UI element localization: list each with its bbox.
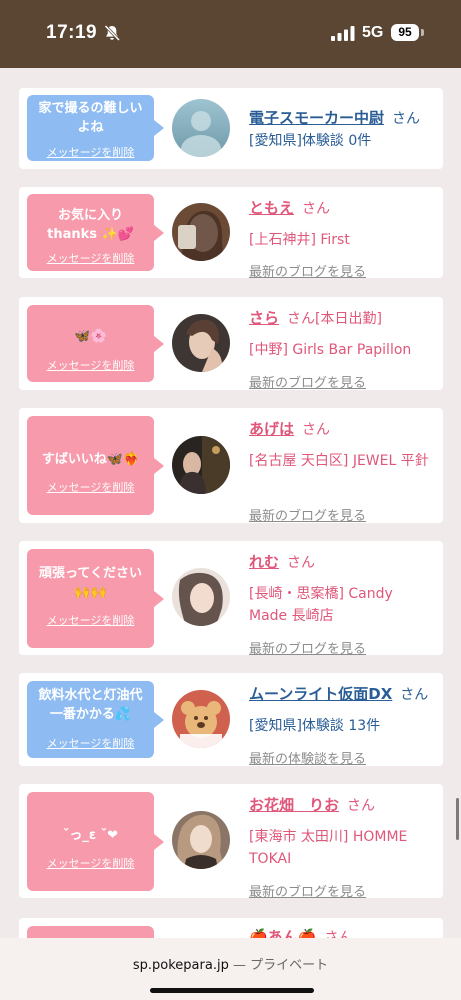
list-item: ˇっ_ε ˇ❤ メッセージを削除 お花畑 りお さん [東海市 太田川] HOMM… (19, 784, 443, 900)
user-location: [名古屋 天白区] JEWEL 平針 (249, 453, 429, 469)
user-name-link[interactable]: 🍎あん🍎 (249, 928, 316, 938)
user-name-link[interactable]: ムーンライト仮面DX (249, 685, 392, 703)
url-domain: sp.pokepara.jp (132, 958, 229, 973)
list-item: すばいいね🦋❤️‍🔥 メッセージを削除 あげは さん [名古屋 天白区] JEWE… (19, 408, 443, 524)
latest-blog-link[interactable]: 最新のブログを見る (249, 505, 366, 524)
koala-cookie-avatar[interactable] (172, 690, 230, 748)
delete-message-link[interactable]: メッセージを削除 (27, 735, 154, 751)
delete-message-link[interactable]: メッセージを削除 (27, 855, 154, 871)
list-item: 🦋🌸 メッセージを削除 さら さん[本日出勤] [中野] Girls Bar Pa… (19, 297, 443, 391)
latest-blog-link[interactable]: 最新のブログを見る (249, 638, 366, 657)
user-name-link[interactable]: 電子スモーカー中尉 (249, 109, 384, 127)
woman-photo-avatar[interactable] (172, 314, 230, 372)
honorific: さん (324, 930, 353, 938)
message-text: お気に入り thanks ✨💕 (47, 208, 134, 242)
honorific: さん (287, 311, 316, 327)
message-bubble: お気に入り thanks ✨💕 メッセージを削除 (27, 194, 164, 271)
message-bubble: 頑張ってください🙌🙌 メッセージを削除 (27, 549, 164, 648)
home-indicator[interactable] (150, 988, 314, 993)
honorific: さん (347, 798, 376, 814)
work-status: [本日出勤] (315, 311, 382, 327)
list-item: 頑張ってください🙌🙌 メッセージを削除 れむ さん [長崎・思案橋] Candy … (19, 541, 443, 657)
honorific: さん (302, 422, 331, 438)
message-text: 🦋🌸 (74, 329, 107, 344)
latest-blog-link[interactable]: 最新のブログを見る (249, 881, 366, 900)
honorific: さん (302, 201, 331, 217)
network-type: 5G (362, 24, 384, 41)
latest-blog-link[interactable]: 最新のブログを見る (249, 372, 366, 391)
delete-message-link[interactable]: メッセージを削除 (27, 357, 154, 373)
delete-message-link[interactable]: メッセージを削除 (27, 250, 154, 266)
delete-message-link[interactable]: メッセージを削除 (27, 144, 154, 160)
honorific: さん (392, 111, 421, 127)
list-item: お気に入り thanks ✨💕 メッセージを削除 ともえ さん [上石神井] Fi… (19, 187, 443, 280)
woman-photo-avatar[interactable] (172, 436, 230, 494)
user-name-link[interactable]: さら (249, 309, 279, 327)
private-mode-label: プライベート (250, 958, 329, 973)
battery-tip (421, 29, 424, 36)
list-item: 飲料水代と灯油代一番かかる💦 メッセージを削除 ムーンライト仮面DX さん [愛知… (19, 673, 443, 767)
woman-photo-avatar[interactable] (172, 203, 230, 261)
url-separator: — (232, 958, 246, 973)
message-bubble: ˇっ_ε ˇ❤ メッセージを削除 (27, 792, 164, 891)
user-location: [中野] Girls Bar Papillon (249, 342, 412, 358)
user-name-link[interactable]: ともえ (249, 199, 294, 217)
list-item: 🍎あん🍎 さん (19, 918, 443, 938)
silent-mode-icon (104, 24, 121, 42)
message-text: 飲料水代と灯油代一番かかる💦 (38, 688, 143, 722)
user-location: [長崎・思案橋] Candy Made 長崎店 (249, 586, 393, 624)
message-text: ˇっ_ε ˇ❤ (62, 828, 119, 843)
list-item: 家で撮るの難しいよね メッセージを削除 電子スモーカー中尉 さん [愛知県]体験談… (19, 88, 443, 169)
no-photo-avatar-icon[interactable] (172, 99, 230, 157)
favorites-list[interactable]: 家で撮るの難しいよね メッセージを削除 電子スモーカー中尉 さん [愛知県]体験談… (0, 68, 461, 938)
user-location: [愛知県]体験談 13件 (249, 718, 381, 734)
delete-message-link[interactable]: メッセージを削除 (27, 612, 154, 628)
status-bar: 17:19 5G 95 (0, 0, 461, 68)
honorific: さん (287, 555, 316, 571)
address-text: sp.pokepara.jp — プライベート (0, 954, 461, 973)
message-bubble: 🦋🌸 メッセージを削除 (27, 305, 164, 382)
message-text: すばいいね🦋❤️‍🔥 (41, 452, 140, 467)
user-location: [上石神井] First (249, 232, 350, 248)
message-text: 家で撮るの難しいよね (38, 101, 143, 135)
honorific: さん (400, 687, 429, 703)
battery-icon: 95 (391, 24, 419, 41)
latest-review-link[interactable]: 最新の体験談を見る (249, 748, 366, 767)
message-bubble: 飲料水代と灯油代一番かかる💦 メッセージを削除 (27, 681, 164, 758)
latest-blog-link[interactable]: 最新のブログを見る (249, 261, 366, 280)
user-location: [東海市 太田川] HOMME TOKAI (249, 829, 408, 867)
signal-bars-icon (331, 26, 355, 41)
woman-photo-avatar[interactable] (172, 811, 230, 869)
message-bubble (27, 926, 154, 938)
user-name-link[interactable]: あげは (249, 420, 294, 438)
woman-photo-avatar[interactable] (172, 568, 230, 626)
delete-message-link[interactable]: メッセージを削除 (27, 479, 154, 495)
message-bubble: 家で撮るの難しいよね メッセージを削除 (27, 95, 164, 161)
status-time: 17:19 (46, 22, 98, 43)
user-name-link[interactable]: お花畑 りお (249, 796, 339, 814)
user-location: [愛知県]体験談 0件 (249, 133, 372, 149)
scrollbar-thumb[interactable] (456, 798, 459, 840)
message-text: 頑張ってください🙌🙌 (39, 566, 142, 600)
user-name-link[interactable]: れむ (249, 553, 279, 571)
message-bubble: すばいいね🦋❤️‍🔥 メッセージを削除 (27, 416, 164, 515)
